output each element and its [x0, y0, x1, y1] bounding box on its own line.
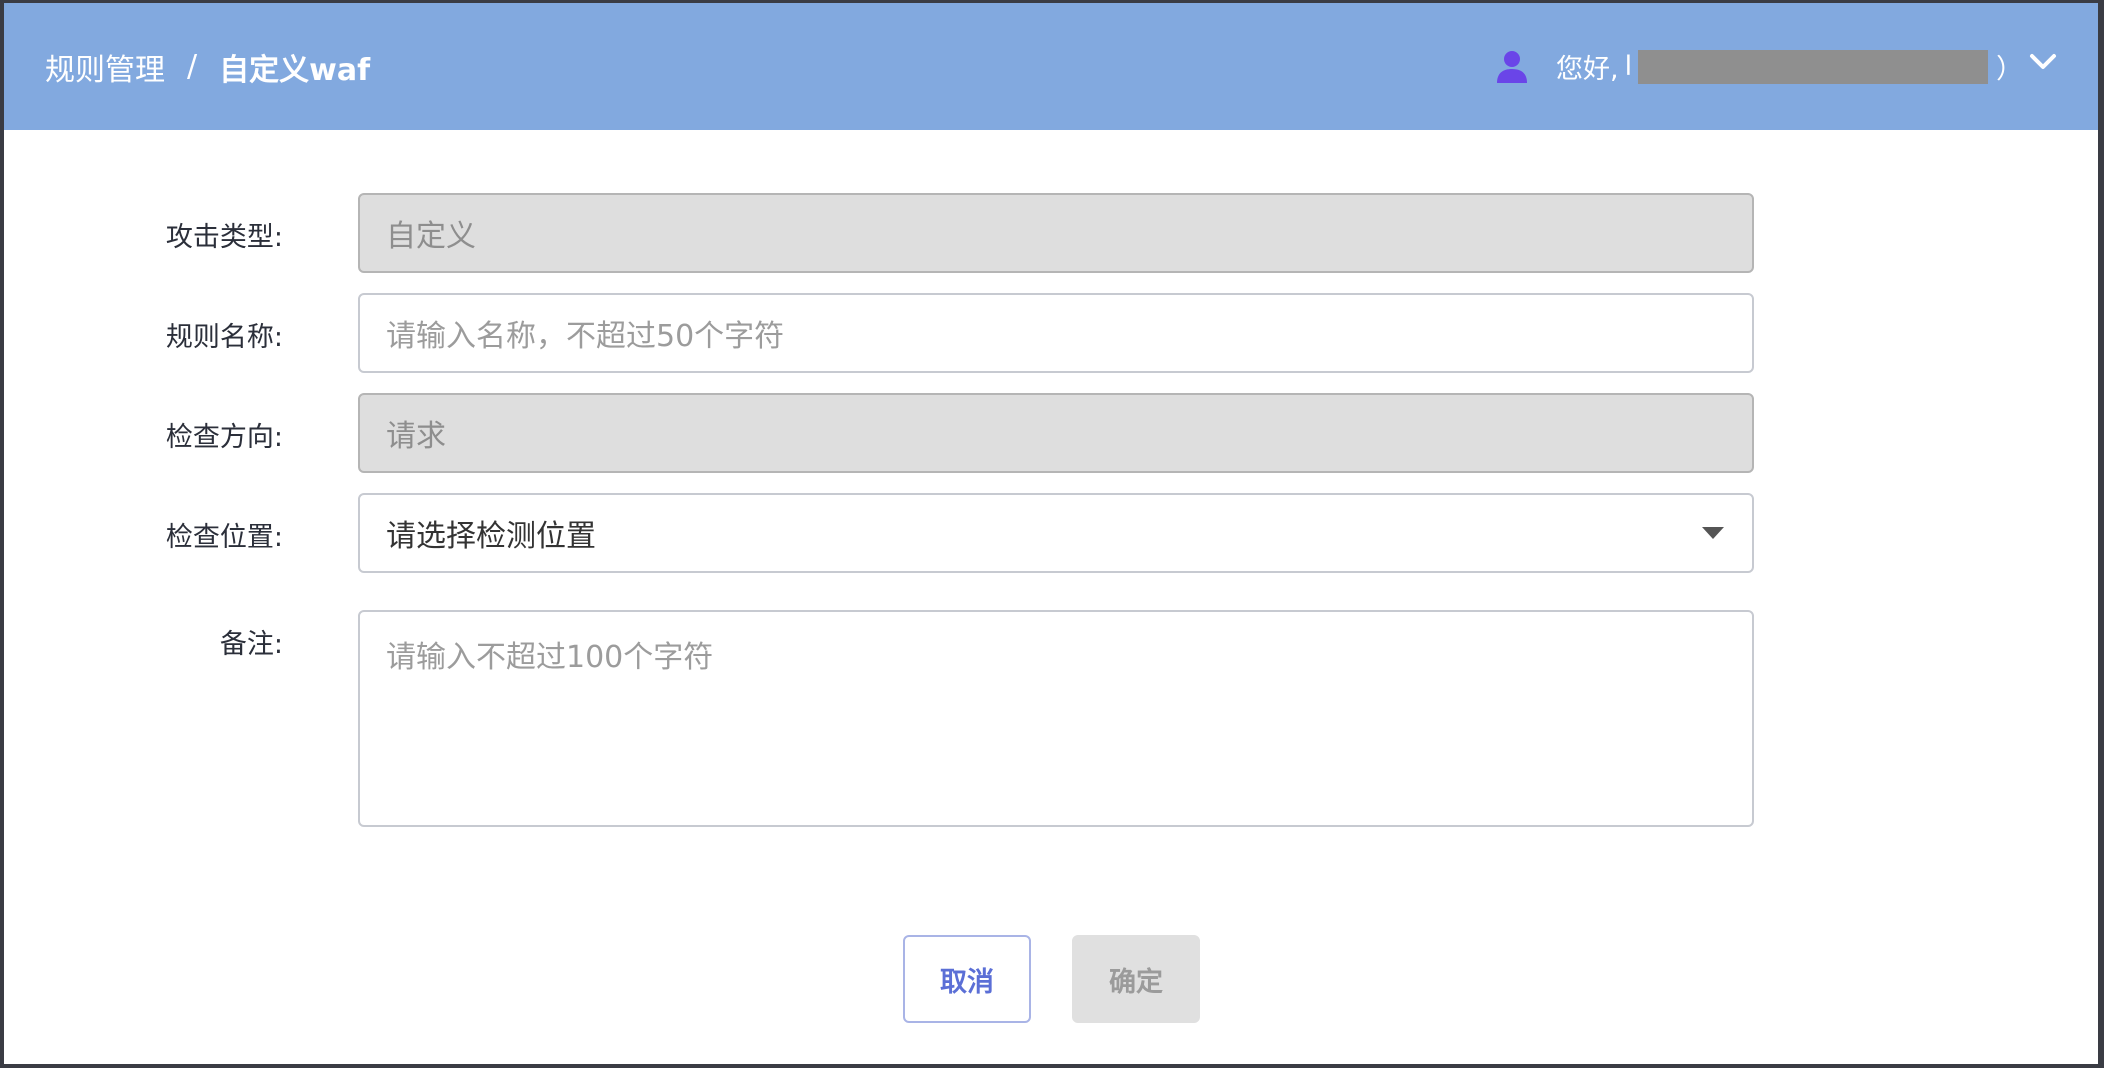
greeting-suffix: ）	[1996, 54, 2024, 85]
remark-placeholder: 请输入不超过100个字符	[386, 640, 714, 675]
rule-name-input[interactable]: 请输入名称，不超过50个字符	[358, 293, 1754, 373]
attack-type-value: 自定义	[386, 219, 476, 254]
position-label: 检查位置:	[165, 522, 283, 553]
chevron-down-icon[interactable]	[2026, 45, 2060, 79]
breadcrumb-current: 自定义waf	[219, 52, 371, 88]
app-window: 规则管理 / 自定义waf 您好, l ） 攻击类型: 自定义 规则名称: 请输…	[4, 3, 2098, 1064]
masked-username	[1638, 49, 1989, 84]
direction-field: 请求	[358, 393, 1754, 473]
user-menu[interactable]: 您好, l ）	[1494, 3, 2023, 130]
direction-value: 请求	[386, 419, 446, 454]
caret-down-icon	[1702, 527, 1724, 539]
user-icon	[1497, 50, 1527, 83]
confirm-button[interactable]: 确定	[1072, 935, 1200, 1023]
breadcrumb-parent-link[interactable]: 规则管理	[45, 45, 165, 89]
cancel-button[interactable]: 取消	[903, 935, 1031, 1023]
remark-textarea[interactable]: 请输入不超过100个字符	[358, 610, 1754, 827]
top-header: 规则管理 / 自定义waf 您好, l ）	[4, 3, 2098, 130]
attack-type-field: 自定义	[358, 193, 1754, 273]
rule-name-label: 规则名称:	[165, 322, 283, 353]
remark-label: 备注:	[219, 629, 283, 660]
breadcrumb-separator: /	[187, 49, 198, 84]
greeting-text: 您好,	[1556, 54, 1619, 85]
attack-type-label: 攻击类型:	[165, 222, 283, 253]
position-select[interactable]: 请选择检测位置	[358, 493, 1754, 573]
direction-label: 检查方向:	[165, 422, 283, 453]
rule-name-placeholder: 请输入名称，不超过50个字符	[386, 319, 785, 354]
position-value: 请选择检测位置	[386, 519, 596, 554]
breadcrumb: 规则管理 / 自定义waf	[45, 3, 370, 130]
greeting-initial: l	[1624, 51, 1633, 82]
